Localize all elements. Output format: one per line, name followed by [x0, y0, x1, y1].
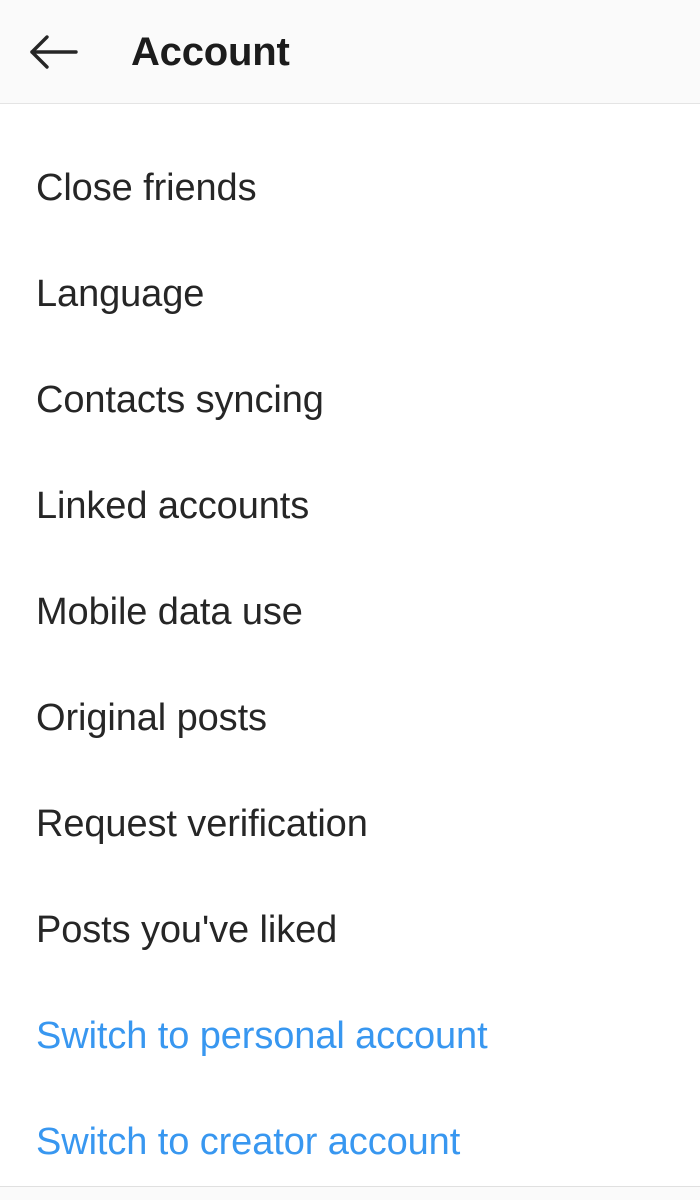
list-item-original-posts[interactable]: Original posts — [0, 666, 700, 772]
account-settings-screen: Account Close friends Language Contacts … — [0, 0, 700, 1200]
list-item-label: Linked accounts — [36, 485, 310, 528]
settings-list: Close friends Language Contacts syncing … — [0, 104, 700, 1200]
list-item-close-friends[interactable]: Close friends — [0, 136, 700, 242]
list-item-label: Original posts — [36, 697, 267, 740]
list-item-label: Mobile data use — [36, 591, 303, 634]
list-item-posts-youve-liked[interactable]: Posts you've liked — [0, 878, 700, 984]
arrow-left-icon — [29, 33, 79, 71]
list-item-label: Switch to creator account — [36, 1121, 461, 1164]
footer-strip — [0, 1187, 700, 1200]
list-item-label: Language — [36, 273, 205, 316]
list-item-label: Posts you've liked — [36, 909, 338, 952]
list-item-contacts-syncing[interactable]: Contacts syncing — [0, 348, 700, 454]
back-button[interactable] — [22, 24, 86, 80]
list-item-request-verification[interactable]: Request verification — [0, 772, 700, 878]
list-item-switch-to-personal-account[interactable]: Switch to personal account — [0, 984, 700, 1090]
page-title: Account — [131, 29, 290, 74]
list-item-linked-accounts[interactable]: Linked accounts — [0, 454, 700, 560]
list-item-switch-to-creator-account[interactable]: Switch to creator account — [0, 1090, 700, 1196]
list-item-language[interactable]: Language — [0, 242, 700, 348]
list-item-label: Switch to personal account — [36, 1015, 488, 1058]
list-item-label: Close friends — [36, 167, 257, 210]
list-item-label: Request verification — [36, 803, 368, 846]
app-header: Account — [0, 0, 700, 104]
list-item-mobile-data-use[interactable]: Mobile data use — [0, 560, 700, 666]
list-item-label: Contacts syncing — [36, 379, 324, 422]
